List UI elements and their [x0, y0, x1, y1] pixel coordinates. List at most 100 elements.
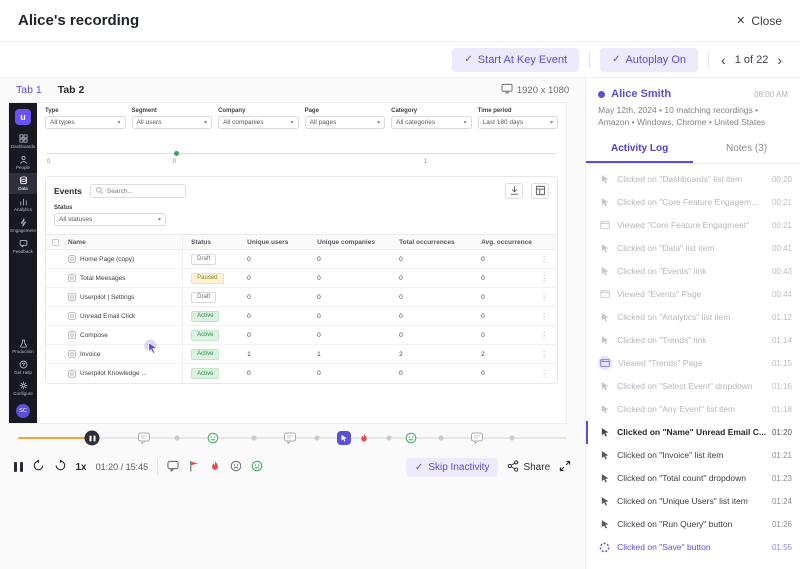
sidebar-item-dashboards[interactable]: Dashboards	[9, 131, 37, 152]
sidebar-item-people[interactable]: People	[9, 152, 37, 173]
event-row[interactable]: Userpilot Knowledge ... Active 0 0 0 0 ⋮	[46, 364, 557, 383]
expand-button[interactable]	[559, 460, 571, 475]
filter-segment-dropdown[interactable]: All users ▾	[132, 116, 213, 129]
table-view-button[interactable]	[531, 183, 549, 199]
rewind-10-button[interactable]	[32, 459, 45, 475]
download-button[interactable]	[505, 183, 523, 199]
flag-button[interactable]	[188, 460, 200, 475]
event-dot-marker[interactable]	[252, 436, 257, 441]
event-dot-marker[interactable]	[386, 436, 391, 441]
rage-click-marker[interactable]	[358, 433, 369, 444]
tab-activity-log[interactable]: Activity Log	[586, 136, 693, 163]
activity-text: Clicked on "Save" button	[617, 542, 766, 552]
activity-log-item[interactable]: Clicked on "Analytics" list item 01:12	[586, 306, 800, 329]
event-row[interactable]: Home Page (copy) Draft 0 0 0 0 ⋮	[46, 250, 557, 269]
share-button[interactable]: Share	[507, 460, 550, 475]
activity-log-item[interactable]: Clicked on "Dashboards" list item 00:20	[586, 168, 800, 191]
rage-click-button[interactable]	[209, 460, 221, 475]
row-menu-button[interactable]: ⋮	[537, 350, 551, 359]
status-filter-dropdown[interactable]: All statuses ▾	[54, 213, 166, 226]
activity-log-item[interactable]: Clicked on "Core Feature Engagem... 00:2…	[586, 191, 800, 214]
activity-log-item[interactable]: Clicked on "Run Query" button 01:26	[586, 513, 800, 536]
comment-marker[interactable]	[470, 432, 483, 445]
frustration-button[interactable]	[230, 460, 242, 475]
sidebar-item-feedback[interactable]: Feedback	[9, 236, 37, 257]
row-menu-button[interactable]: ⋮	[537, 274, 551, 283]
tab-2[interactable]: Tab 2	[58, 84, 85, 96]
sidebar-item-get-help[interactable]: Get Help	[9, 357, 37, 378]
activity-log-item[interactable]: Viewed "Events" Page 00:44	[586, 283, 800, 306]
activity-log-item[interactable]: Clicked on "Any Event" list item 01:18	[586, 398, 800, 421]
activity-log-item[interactable]: Clicked on "Name" Unread Email C... 01:2…	[586, 421, 800, 444]
filter-company-dropdown[interactable]: All companies ▾	[218, 116, 299, 129]
comment-marker[interactable]	[283, 432, 296, 445]
activity-log-item[interactable]: Clicked on "Unique Users" list item 01:2…	[586, 490, 800, 513]
frown-icon	[230, 460, 242, 475]
sidebar-item-data[interactable]: Data	[9, 173, 37, 194]
filter-page-dropdown[interactable]: All pages ▾	[305, 116, 386, 129]
filter-category-dropdown[interactable]: All categories ▾	[391, 116, 472, 129]
event-icon	[68, 312, 76, 320]
chevron-right-icon[interactable]: ›	[775, 53, 784, 67]
event-dot-marker[interactable]	[510, 436, 515, 441]
row-menu-button[interactable]: ⋮	[537, 293, 551, 302]
sentiment-marker[interactable]	[207, 432, 219, 444]
comment-button[interactable]	[167, 460, 179, 475]
event-row[interactable]: Invoice Active 1 1 2 2 ⋮	[46, 345, 557, 364]
event-name-cell: Invoice	[68, 345, 183, 363]
app-logo[interactable]: u	[15, 109, 31, 125]
filter-time-period-dropdown[interactable]: Last 180 days ▾	[478, 116, 559, 129]
row-menu-button[interactable]: ⋮	[537, 331, 551, 340]
activity-log-item[interactable]: Clicked on "Trends" link 01:14	[586, 329, 800, 352]
sidebar-item-analytics[interactable]: Analytics	[9, 194, 37, 215]
event-row[interactable]: Userpilot | Settings Draft 0 0 0 0 ⋮	[46, 288, 557, 307]
activity-log-item[interactable]: Viewed "Core Feature Engagment" 00:21	[586, 214, 800, 237]
activity-log-item[interactable]: Clicked on "Data" list item 00:41	[586, 237, 800, 260]
autoplay-toggle[interactable]: ✓ Autoplay On	[600, 48, 698, 72]
avatar[interactable]: SC	[16, 404, 30, 418]
event-dot-marker[interactable]	[175, 436, 180, 441]
close-button[interactable]: ✕ Close	[736, 14, 782, 28]
search-input[interactable]	[107, 188, 181, 195]
playback-timeline[interactable]	[18, 426, 567, 450]
tab-1[interactable]: Tab 1	[16, 84, 42, 96]
start-at-key-event-button[interactable]: ✓ Start At Key Event	[452, 48, 579, 72]
row-menu-button[interactable]: ⋮	[537, 369, 551, 378]
sidebar-item-engagement[interactable]: Engagement	[9, 215, 37, 236]
playback-speed-button[interactable]: 1x	[76, 462, 87, 473]
playhead-marker[interactable]	[85, 431, 100, 446]
select-all-checkbox[interactable]	[52, 239, 59, 246]
activity-text: Clicked on "Name" Unread Email C...	[617, 427, 766, 437]
forward-10-button[interactable]	[54, 459, 67, 475]
chart-point[interactable]	[174, 151, 179, 156]
sidebar-item-configure[interactable]: Configure	[9, 378, 37, 399]
sidebar-item-production[interactable]: Production	[9, 336, 37, 357]
activity-log-item[interactable]: Clicked on "Total count" dropdown 01:23	[586, 467, 800, 490]
production-icon	[19, 339, 28, 348]
event-row[interactable]: Total Meesages Paused 0 0 0 0 ⋮	[46, 269, 557, 288]
filter-type-dropdown[interactable]: All types ▾	[45, 116, 126, 129]
activity-log-item[interactable]: Clicked on "Select Event" dropdown 01:16	[586, 375, 800, 398]
chevron-left-icon[interactable]: ‹	[719, 53, 728, 67]
user-name[interactable]: Alice Smith	[611, 88, 748, 100]
tab-notes[interactable]: Notes (3)	[693, 136, 800, 163]
row-menu-button[interactable]: ⋮	[537, 255, 551, 264]
sidebar-item-label: Configure	[13, 391, 33, 396]
event-dot-marker[interactable]	[438, 436, 443, 441]
activity-log-item[interactable]: Viewed "Trends" Page 01:15	[586, 352, 800, 375]
current-event-marker[interactable]	[337, 431, 351, 445]
event-dot-marker[interactable]	[315, 436, 320, 441]
sentiment-marker[interactable]	[405, 432, 417, 444]
skip-inactivity-toggle[interactable]: ✓ Skip Inactivity	[406, 458, 499, 477]
event-row[interactable]: Compose Active 0 0 0 0 ⋮	[46, 326, 557, 345]
filters-row: Type All types ▾ Segment All users ▾ Com…	[45, 108, 558, 129]
happy-button[interactable]	[251, 460, 263, 475]
pause-button[interactable]	[14, 462, 23, 472]
activity-log-item[interactable]: Clicked on "Events" link 00:43	[586, 260, 800, 283]
comment-marker[interactable]	[138, 432, 151, 445]
activity-log-item[interactable]: Clicked on "Save" button 01:55	[586, 536, 800, 559]
row-menu-button[interactable]: ⋮	[537, 312, 551, 321]
activity-log-item[interactable]: Clicked on "Invoice" list item 01:21	[586, 444, 800, 467]
click-icon	[598, 334, 611, 347]
event-row[interactable]: Unread Email Click Active 0 0 0 0 ⋮	[46, 307, 557, 326]
